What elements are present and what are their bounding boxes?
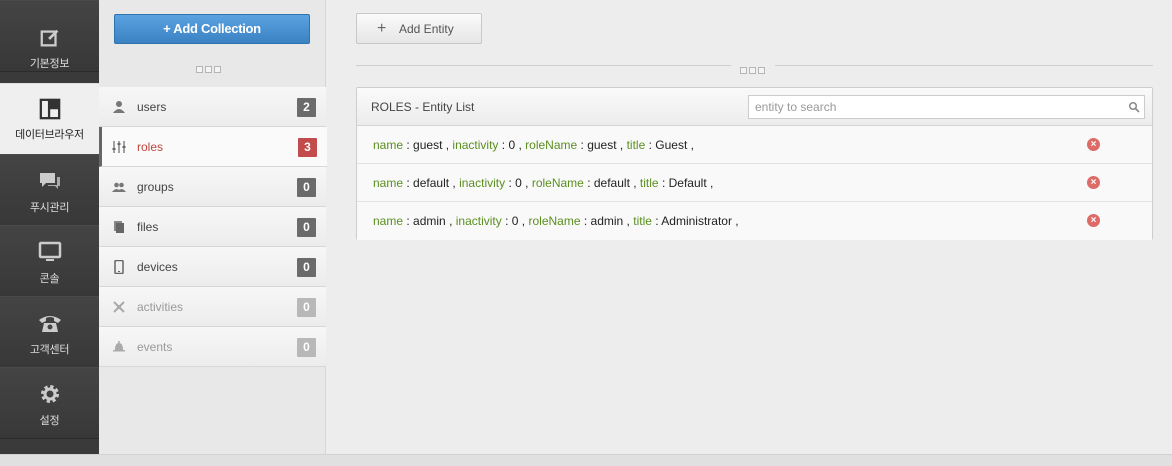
- search-icon[interactable]: [1128, 101, 1140, 113]
- entity-fields: name : guest , inactivity : 0 , roleName…: [373, 138, 694, 152]
- edit-icon: [40, 29, 58, 47]
- collection-item-files[interactable]: files 0: [99, 207, 326, 247]
- entity-fields: name : admin , inactivity : 0 , roleName…: [373, 214, 739, 228]
- divider-line: [356, 65, 731, 66]
- files-icon: [114, 221, 124, 233]
- collection-item-events[interactable]: events 0: [99, 327, 326, 367]
- chat-icon: [39, 173, 60, 189]
- collection-name: roles: [137, 140, 164, 154]
- add-entity-button[interactable]: + Add Entity: [356, 13, 482, 44]
- bottom-scrollbar: [0, 454, 1172, 466]
- layout-icon: [39, 98, 60, 120]
- group-icon: [112, 182, 126, 192]
- sliders-icon: [112, 141, 126, 153]
- entity-row[interactable]: name : default , inactivity : 0 , roleNa…: [357, 164, 1152, 202]
- collection-name: files: [137, 220, 159, 234]
- activity-icon: [113, 301, 125, 313]
- nav-item-settings[interactable]: 설정: [0, 367, 99, 439]
- collection-item-users[interactable]: users 2: [99, 87, 326, 127]
- panel-header: ROLES - Entity List: [357, 88, 1152, 126]
- entity-fields: name : default , inactivity : 0 , roleNa…: [373, 176, 714, 190]
- collection-item-devices[interactable]: devices 0: [99, 247, 326, 287]
- entity-row[interactable]: name : admin , inactivity : 0 , roleName…: [357, 202, 1152, 240]
- entity-list-panel: ROLES - Entity List name : guest , inact…: [356, 87, 1153, 240]
- divider-handle: [196, 60, 223, 73]
- main-nav: 기본정보 데이터브라우저 푸시관리 콘솔 고객센터 설정: [0, 0, 99, 454]
- collection-item-roles[interactable]: roles 3: [99, 127, 327, 167]
- count-badge: 0: [297, 258, 316, 277]
- nav-label: 데이터브라우저: [15, 129, 84, 141]
- collection-item-activities[interactable]: activities 0: [99, 287, 326, 327]
- nav-label: 고객센터: [29, 344, 70, 356]
- count-badge: 0: [297, 178, 316, 197]
- collection-name: activities: [137, 300, 184, 314]
- entity-row[interactable]: name : guest , inactivity : 0 , roleName…: [357, 126, 1152, 164]
- collection-name: groups: [137, 180, 174, 194]
- gear-icon: [40, 385, 59, 403]
- count-badge: 3: [298, 138, 317, 157]
- add-entity-label: Add Entity: [399, 22, 454, 36]
- device-icon: [114, 260, 124, 274]
- nav-item-support[interactable]: 고객센터: [0, 296, 99, 368]
- nav-item-data-browser[interactable]: 데이터브라우저: [0, 83, 99, 155]
- collection-name: devices: [137, 260, 178, 274]
- collection-name: events: [137, 340, 173, 354]
- count-badge: 0: [297, 218, 316, 237]
- nav-label: 푸시관리: [29, 202, 70, 214]
- phone-icon: [38, 316, 61, 332]
- nav-label: 설정: [39, 415, 60, 427]
- divider-line: [775, 65, 1153, 66]
- count-badge: 0: [297, 338, 316, 357]
- plus-icon: +: [377, 20, 387, 37]
- delete-icon[interactable]: ×: [1087, 214, 1100, 227]
- panel-title: ROLES - Entity List: [371, 100, 475, 114]
- collection-item-groups[interactable]: groups 0: [99, 167, 326, 207]
- nav-item-basic-info[interactable]: 기본정보: [0, 0, 99, 72]
- nav-item-push[interactable]: 푸시관리: [0, 154, 99, 226]
- add-collection-button[interactable]: + Add Collection: [114, 14, 310, 44]
- delete-icon[interactable]: ×: [1087, 176, 1100, 189]
- collection-name: users: [137, 100, 167, 114]
- nav-label: 기본정보: [29, 58, 70, 70]
- collection-panel: + Add Collection users 2 roles 3 groups …: [99, 0, 327, 454]
- count-badge: 0: [297, 298, 316, 317]
- nav-item-console[interactable]: 콘솔: [0, 225, 99, 297]
- divider-handle: [740, 61, 767, 74]
- entity-search-input[interactable]: [748, 95, 1145, 119]
- user-icon: [113, 101, 125, 113]
- bell-icon: [113, 341, 125, 352]
- monitor-icon: [38, 241, 61, 261]
- delete-icon[interactable]: ×: [1087, 138, 1100, 151]
- count-badge: 2: [297, 98, 316, 117]
- nav-label: 콘솔: [39, 273, 60, 285]
